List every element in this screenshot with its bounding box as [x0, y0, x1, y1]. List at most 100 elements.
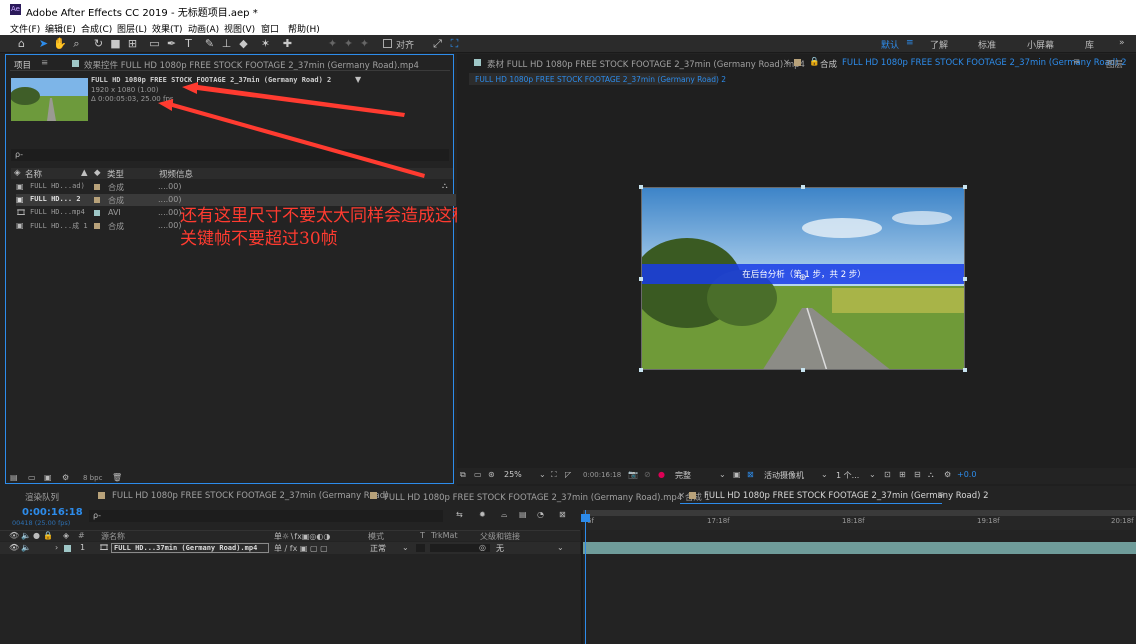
chevron-down-icon[interactable]: ⌄ [402, 543, 409, 552]
comp-breadcrumb[interactable]: FULL HD 1080p FREE STOCK FOOTAGE 2_37min… [469, 73, 726, 85]
workspace-more-icon[interactable]: » [1119, 38, 1125, 48]
chevron-down-icon[interactable]: ⌄ [557, 543, 564, 552]
new-folder-icon[interactable]: ▭ [28, 473, 36, 482]
column-source-name[interactable]: 源名称 [101, 531, 125, 542]
parent-dropdown[interactable]: 无 [496, 543, 504, 554]
time-ruler[interactable]: 6f 17:18f 18:18f 19:18f 20:18f [583, 516, 1136, 530]
layer-switches-icons[interactable]: 单 ∕ fx ▣ ▢ ▢ [274, 543, 328, 554]
hand-tool-icon[interactable]: ✋ [53, 37, 67, 50]
speaker-icon[interactable]: 🔈 [21, 543, 31, 552]
menu-edit[interactable]: 编辑(E) [45, 22, 76, 35]
project-search-input[interactable]: ρ- [11, 149, 449, 161]
toggle-pixel-aspect-icon[interactable]: ⊡ [884, 470, 891, 479]
column-trkmat[interactable]: TrkMat [431, 531, 458, 540]
snapshot-icon[interactable]: 📷 [628, 470, 638, 479]
layer-label-color[interactable] [64, 545, 71, 552]
mask-visibility-icon[interactable]: ⊛ [488, 470, 495, 479]
composition-canvas[interactable]: 在后台分析（第 1 步，共 2 步） ⊕ [641, 187, 965, 370]
layer-mode-dropdown[interactable]: 正常 [370, 543, 386, 554]
eye-icon[interactable]: 👁 [9, 543, 19, 552]
resolution-dropdown[interactable]: 完整 [675, 470, 691, 481]
transform-handle[interactable] [801, 185, 805, 189]
fast-previews-icon[interactable]: ⊞ [899, 470, 906, 479]
snap-icon[interactable]: ⛶ [448, 37, 461, 50]
menu-window[interactable]: 窗口 [261, 22, 279, 35]
layer-name-field[interactable]: FULL HD...37min (Germany Road).mp4 [111, 543, 269, 553]
chevron-down-icon[interactable]: ⌄ [869, 470, 876, 479]
viewer-timecode[interactable]: 0:00:16:18 [583, 471, 621, 479]
eraser-tool-icon[interactable]: ◆ [237, 37, 250, 50]
workspace-learn[interactable]: 了解 [930, 38, 948, 51]
menu-effect[interactable]: 效果(T) [152, 22, 183, 35]
camera-tool-icon[interactable]: ■ [109, 37, 122, 50]
lock-icon[interactable]: 🔒 [809, 57, 820, 67]
puppet-tool-icon[interactable]: ✚ [281, 37, 294, 50]
label-color-swatch[interactable] [94, 223, 100, 229]
motion-blur-icon[interactable]: ◔ [537, 510, 544, 519]
workspace-default[interactable]: 默认 [881, 38, 899, 51]
preserve-transparency-toggle[interactable] [416, 544, 425, 552]
preview-icon[interactable]: ⧉ [460, 470, 466, 480]
expand-chevron-icon[interactable]: › [55, 543, 58, 552]
workspace-library[interactable]: 库 [1085, 38, 1094, 51]
frame-blending-icon[interactable]: ▤ [519, 510, 527, 519]
camera-dropdown[interactable]: 活动摄像机 [764, 470, 804, 481]
tab-timeline-3[interactable]: FULL HD 1080p FREE STOCK FOOTAGE 2_37min… [704, 491, 989, 501]
tab-timeline-2[interactable]: FULL HD 1080p FREE STOCK FOOTAGE 2_37min… [384, 491, 710, 503]
label-color-swatch[interactable] [94, 197, 100, 203]
view-layout-dropdown[interactable]: 1 个... [836, 470, 859, 481]
layer-duration-bar[interactable] [583, 542, 1136, 554]
item-dropdown-icon[interactable]: ▼ [355, 75, 361, 84]
column-name[interactable]: 名称 [25, 168, 42, 180]
flowchart-icon[interactable]: ⛬ [928, 470, 934, 480]
roto-brush-tool-icon[interactable]: ✶ [259, 37, 272, 50]
tab-layer[interactable]: 图层 [1106, 58, 1123, 70]
column-mode[interactable]: 模式 [368, 531, 384, 542]
tab-composition-name[interactable]: FULL HD 1080p FREE STOCK FOOTAGE 2_37min… [842, 58, 1127, 68]
tab-composition[interactable]: 合成 [820, 58, 837, 70]
show-snapshot-icon[interactable]: ⊘ [644, 470, 651, 479]
sort-ascending-icon[interactable]: ▲ [81, 168, 88, 178]
fit-icon[interactable]: ⛶ [551, 470, 557, 480]
panel-menu-icon[interactable]: ≡ [937, 490, 944, 500]
project-settings-icon[interactable]: ⚙ [62, 473, 69, 482]
transform-handle[interactable] [801, 368, 805, 372]
region-of-interest-icon[interactable]: ▣ [733, 470, 741, 479]
transform-handle[interactable] [639, 277, 643, 281]
timeline-search-input[interactable]: ρ- [89, 510, 443, 522]
transform-handle[interactable] [963, 185, 967, 189]
chevron-down-icon[interactable]: ⌄ [539, 470, 546, 479]
tab-footage[interactable]: 素材 FULL HD 1080p FREE STOCK FOOTAGE 2_37… [487, 58, 805, 70]
playhead[interactable] [585, 510, 586, 644]
new-composition-icon[interactable]: ▣ [44, 473, 52, 482]
rotate-tool-icon[interactable]: ↻ [92, 37, 105, 50]
layer-row[interactable]: 👁 🔈 › 1 🎞 FULL HD...37min (Germany Road)… [0, 542, 580, 554]
transparency-grid-icon[interactable]: ⊠ [747, 470, 754, 479]
grid-icon[interactable]: ◸ [565, 470, 571, 479]
column-parent[interactable]: 父级和链接 [480, 531, 520, 542]
reset-exposure-icon[interactable]: ⚙ [944, 470, 951, 479]
align-checkbox[interactable] [383, 39, 392, 48]
home-icon[interactable]: ⌂ [15, 37, 28, 50]
flowchart-icon[interactable]: ⛬ [442, 181, 448, 191]
close-tab-icon[interactable]: × [783, 58, 790, 68]
brush-tool-icon[interactable]: ✎ [203, 37, 216, 50]
zoom-dropdown[interactable]: 25% [504, 470, 522, 479]
axis-tool-icon[interactable]: ⤢ [431, 37, 444, 50]
delete-icon[interactable]: 🗑 [112, 473, 122, 482]
transform-handle[interactable] [963, 368, 967, 372]
menu-help[interactable]: 帮助(H) [288, 22, 320, 35]
menu-file[interactable]: 文件(F) [10, 22, 40, 35]
type-tool-icon[interactable]: T [182, 37, 195, 50]
workspace-menu-icon[interactable]: ≡ [906, 38, 914, 48]
menu-composition[interactable]: 合成(C) [81, 22, 112, 35]
column-type[interactable]: 类型 [107, 168, 124, 180]
workspace-small-screen[interactable]: 小屏幕 [1027, 38, 1054, 51]
transform-handle[interactable] [639, 368, 643, 372]
pan-behind-tool-icon[interactable]: ⊞ [126, 37, 139, 50]
anchor-point-icon[interactable]: ⊕ [799, 273, 807, 283]
tab-render-queue[interactable]: 渲染队列 [25, 491, 59, 503]
draft-3d-icon[interactable]: ✹ [479, 510, 486, 519]
column-video-info[interactable]: 视频信息 [159, 168, 193, 180]
interpret-footage-icon[interactable]: ▤ [10, 473, 18, 482]
